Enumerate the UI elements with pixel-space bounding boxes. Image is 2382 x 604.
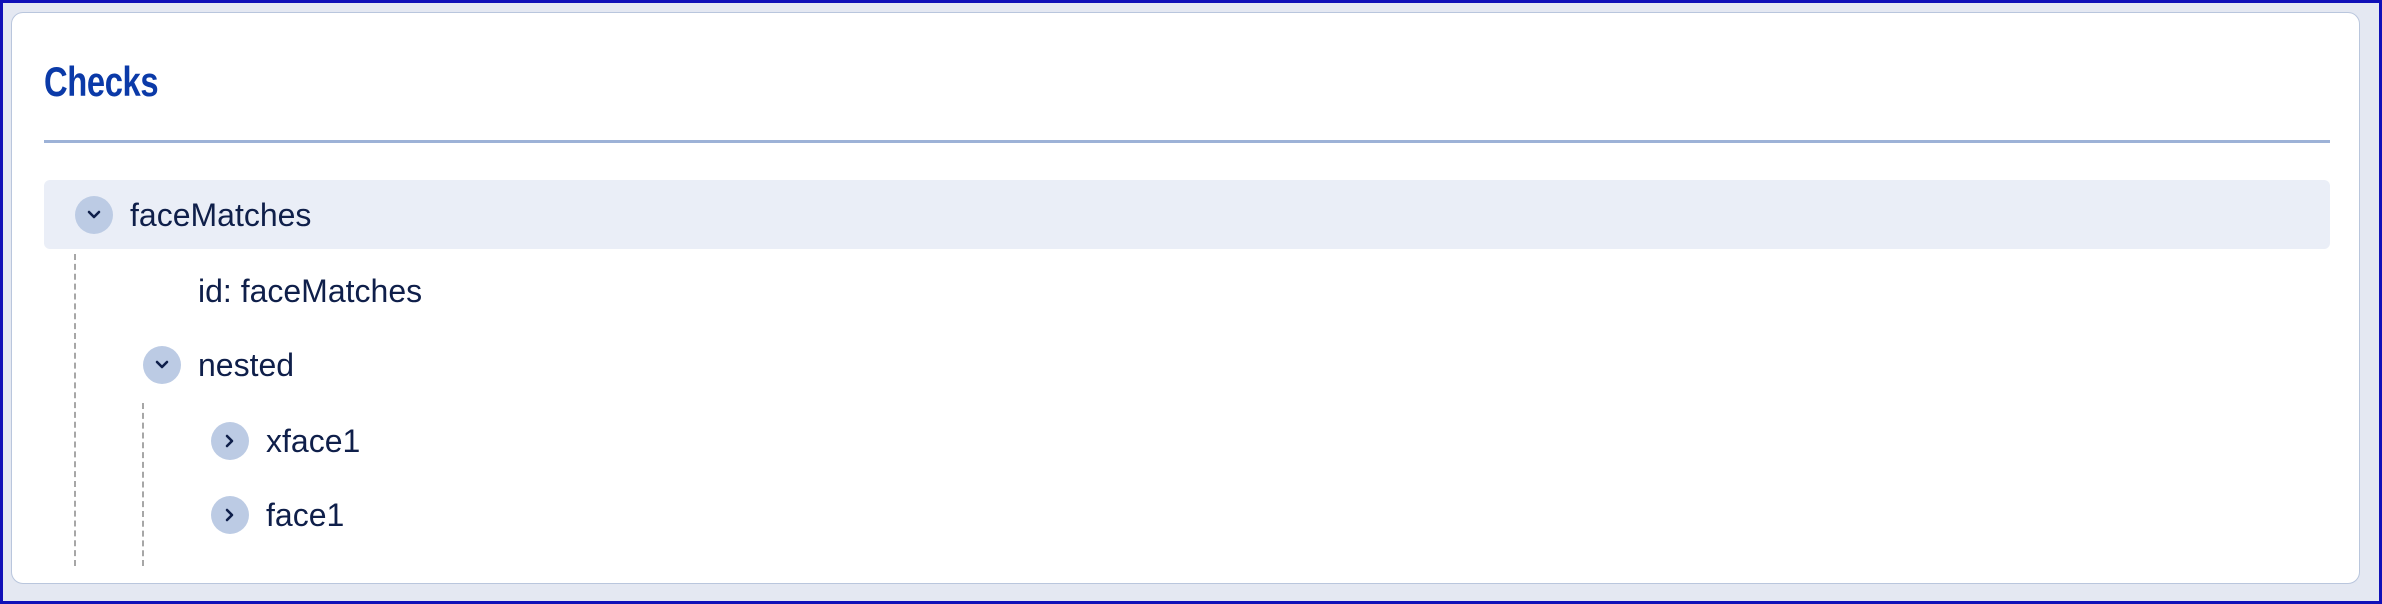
xface1-toggle-button[interactable] <box>211 422 249 460</box>
tree-guide-line-nested <box>142 403 144 566</box>
tree-row-facematches[interactable] <box>44 180 2330 249</box>
title-divider <box>44 140 2330 143</box>
checks-panel: Checks faceMatches id: faceMatches neste… <box>11 12 2360 584</box>
tree-node-label-xface1[interactable]: xface1 <box>266 422 360 460</box>
tree-node-label-nested[interactable]: nested <box>198 346 294 384</box>
facematches-toggle-button[interactable] <box>75 196 113 234</box>
panel-title: Checks <box>44 58 159 105</box>
tree-node-label-facematches[interactable]: faceMatches <box>130 196 311 234</box>
chevron-down-icon <box>155 360 169 369</box>
chevron-right-icon <box>225 434 234 448</box>
tree-node-id-value: id: faceMatches <box>198 273 423 309</box>
tree-node-label-face1[interactable]: face1 <box>266 496 344 534</box>
nested-toggle-button[interactable] <box>143 346 181 384</box>
face1-toggle-button[interactable] <box>211 496 249 534</box>
tree-guide-line-root <box>74 254 76 566</box>
chevron-right-icon <box>225 508 234 522</box>
chevron-down-icon <box>87 210 101 219</box>
